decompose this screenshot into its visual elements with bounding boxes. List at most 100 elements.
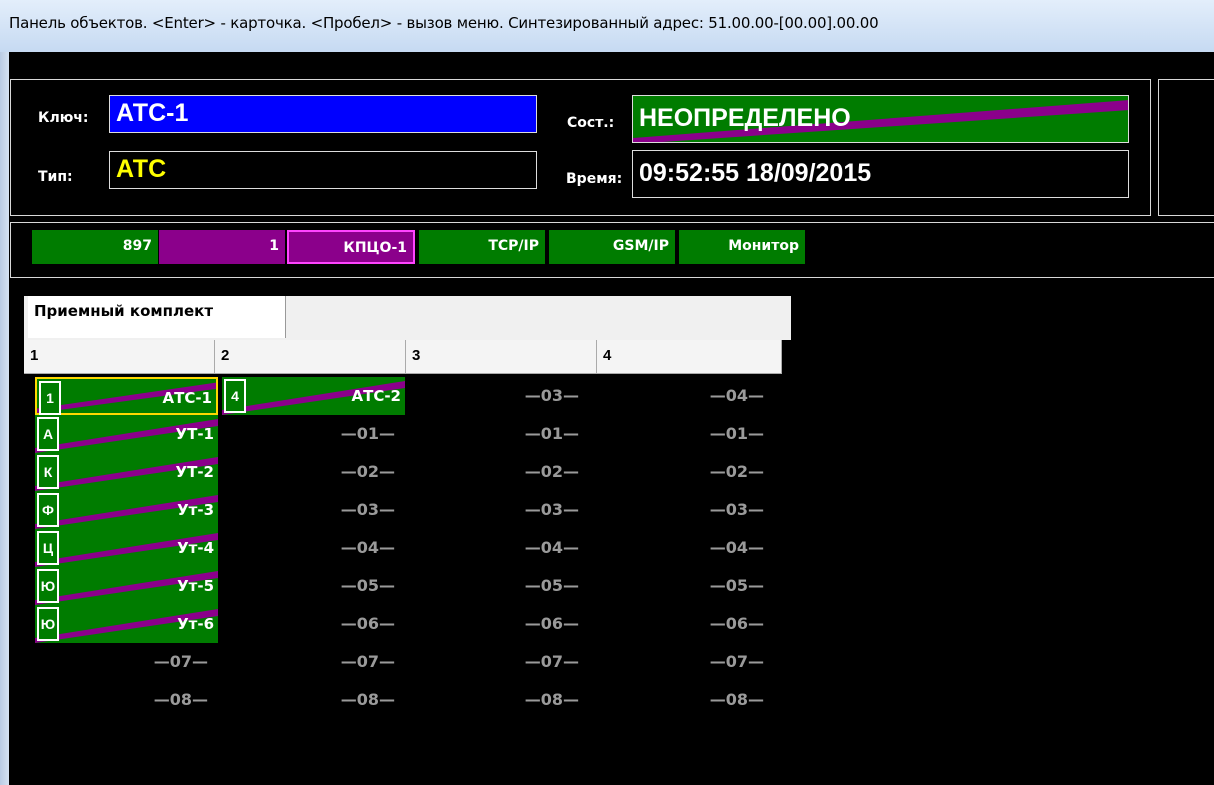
empty-slot-cell[interactable]: —05—: [591, 567, 774, 605]
empty-slot-label: —05—: [524, 576, 579, 595]
empty-slot-cell[interactable]: —02—: [406, 453, 589, 491]
empty-slot-cell[interactable]: —07—: [222, 643, 405, 681]
tag-monitor[interactable]: Монитор: [679, 230, 805, 264]
column-header-3[interactable]: 3: [406, 340, 597, 374]
object-code-badge: 4: [224, 379, 246, 413]
empty-slot-label: —03—: [709, 500, 764, 519]
side-info-box: [1158, 79, 1214, 216]
empty-slot-label: —01—: [340, 424, 395, 443]
state-field[interactable]: НЕОПРЕДЕЛЕНО: [632, 95, 1129, 143]
empty-slot-label: —07—: [709, 652, 764, 671]
object-cell[interactable]: Ц Ут-4: [35, 529, 218, 567]
column-header-4[interactable]: 4: [597, 340, 782, 374]
empty-slot-cell[interactable]: —05—: [222, 567, 405, 605]
empty-slot-cell[interactable]: —04—: [591, 377, 774, 415]
object-name: Ут-5: [177, 577, 214, 595]
empty-slot-label: —06—: [524, 614, 579, 633]
empty-slot-label: —05—: [709, 576, 764, 595]
object-code-badge: Ю: [37, 607, 59, 641]
tag-897[interactable]: 897: [32, 230, 158, 264]
empty-slot-cell[interactable]: —03—: [406, 491, 589, 529]
tag-tcpip[interactable]: TCP/IP: [419, 230, 545, 264]
empty-slot-label: —05—: [340, 576, 395, 595]
object-name: Ут-4: [177, 539, 214, 557]
object-cell[interactable]: 1 АТС-1: [35, 377, 218, 415]
window-title: Панель объектов. <Enter> - карточка. <Пр…: [9, 14, 879, 32]
time-label: Время:: [566, 171, 623, 187]
empty-slot-cell[interactable]: —01—: [222, 415, 405, 453]
object-code-badge: К: [37, 455, 59, 489]
tag-1[interactable]: 1: [159, 230, 285, 264]
empty-slot-label: —08—: [340, 690, 395, 709]
object-cell[interactable]: Ю Ут-6: [35, 605, 218, 643]
empty-slot-label: —03—: [524, 386, 579, 405]
tag-gsmip[interactable]: GSM/IP: [549, 230, 675, 264]
empty-slot-cell[interactable]: —03—: [591, 491, 774, 529]
empty-slot-cell[interactable]: —08—: [591, 681, 774, 719]
empty-slot-label: —01—: [709, 424, 764, 443]
window-titlebar: Панель объектов. <Enter> - карточка. <Пр…: [0, 0, 1214, 53]
empty-slot-cell[interactable]: —08—: [406, 681, 589, 719]
empty-slot-cell[interactable]: —06—: [591, 605, 774, 643]
empty-slot-label: —07—: [340, 652, 395, 671]
key-field[interactable]: АТС-1: [109, 95, 537, 133]
object-name: УТ-2: [175, 463, 214, 481]
object-code-badge: Ц: [37, 531, 59, 565]
empty-slot-cell[interactable]: —04—: [406, 529, 589, 567]
empty-slot-label: —08—: [709, 690, 764, 709]
empty-slot-cell[interactable]: —02—: [591, 453, 774, 491]
empty-slot-cell[interactable]: —02—: [222, 453, 405, 491]
empty-slot-label: —03—: [340, 500, 395, 519]
object-cell[interactable]: Ф Ут-3: [35, 491, 218, 529]
tag-kpco[interactable]: КПЦО-1: [287, 230, 415, 264]
empty-slot-label: —04—: [709, 386, 764, 405]
empty-slot-label: —04—: [709, 538, 764, 557]
empty-slot-label: —04—: [340, 538, 395, 557]
empty-slot-cell[interactable]: —05—: [406, 567, 589, 605]
object-name: АТС-2: [351, 387, 401, 405]
key-label: Ключ:: [38, 110, 89, 126]
empty-slot-cell[interactable]: —08—: [35, 681, 218, 719]
object-cell[interactable]: А УТ-1: [35, 415, 218, 453]
empty-slot-cell[interactable]: —07—: [406, 643, 589, 681]
object-cell[interactable]: Ю Ут-5: [35, 567, 218, 605]
empty-slot-cell[interactable]: —03—: [406, 377, 589, 415]
empty-slot-label: —07—: [153, 652, 208, 671]
empty-slot-cell[interactable]: —04—: [591, 529, 774, 567]
type-label: Тип:: [38, 169, 73, 185]
empty-slot-cell[interactable]: —06—: [406, 605, 589, 643]
object-cell[interactable]: 4 АТС-2: [222, 377, 405, 415]
column-header-2[interactable]: 2: [215, 340, 406, 374]
empty-slot-cell[interactable]: —08—: [222, 681, 405, 719]
object-grid: 1 АТС-1 4 АТС-2 —03— —04— А УТ-1 —01— —01— —01— К УТ…: [24, 374, 791, 785]
empty-slot-cell[interactable]: —01—: [406, 415, 589, 453]
empty-slot-label: —04—: [524, 538, 579, 557]
object-code-badge: 1: [39, 381, 61, 415]
object-cell[interactable]: К УТ-2: [35, 453, 218, 491]
empty-slot-cell[interactable]: —07—: [591, 643, 774, 681]
tab-receiver-set[interactable]: Приемный комплект: [28, 296, 286, 338]
empty-slot-cell[interactable]: —06—: [222, 605, 405, 643]
column-header-1[interactable]: 1: [24, 340, 215, 374]
object-name: Ут-6: [177, 615, 214, 633]
empty-slot-label: —02—: [524, 462, 579, 481]
tab-bar: Приемный комплект: [24, 296, 791, 340]
object-code-badge: Ю: [37, 569, 59, 603]
time-field[interactable]: 09:52:55 18/09/2015: [632, 150, 1129, 198]
type-field[interactable]: АТС: [109, 151, 537, 189]
empty-slot-label: —01—: [524, 424, 579, 443]
state-value: НЕОПРЕДЕЛЕНО: [639, 104, 851, 132]
empty-slot-label: —06—: [340, 614, 395, 633]
empty-slot-label: —02—: [340, 462, 395, 481]
empty-slot-cell[interactable]: —01—: [591, 415, 774, 453]
window-frame-left: [0, 52, 9, 785]
empty-slot-cell[interactable]: —03—: [222, 491, 405, 529]
empty-slot-label: —02—: [709, 462, 764, 481]
empty-slot-cell[interactable]: —04—: [222, 529, 405, 567]
object-code-badge: А: [37, 417, 59, 451]
empty-slot-cell[interactable]: —07—: [35, 643, 218, 681]
object-code-badge: Ф: [37, 493, 59, 527]
empty-slot-label: —07—: [524, 652, 579, 671]
empty-slot-label: —03—: [524, 500, 579, 519]
object-name: УТ-1: [175, 425, 214, 443]
